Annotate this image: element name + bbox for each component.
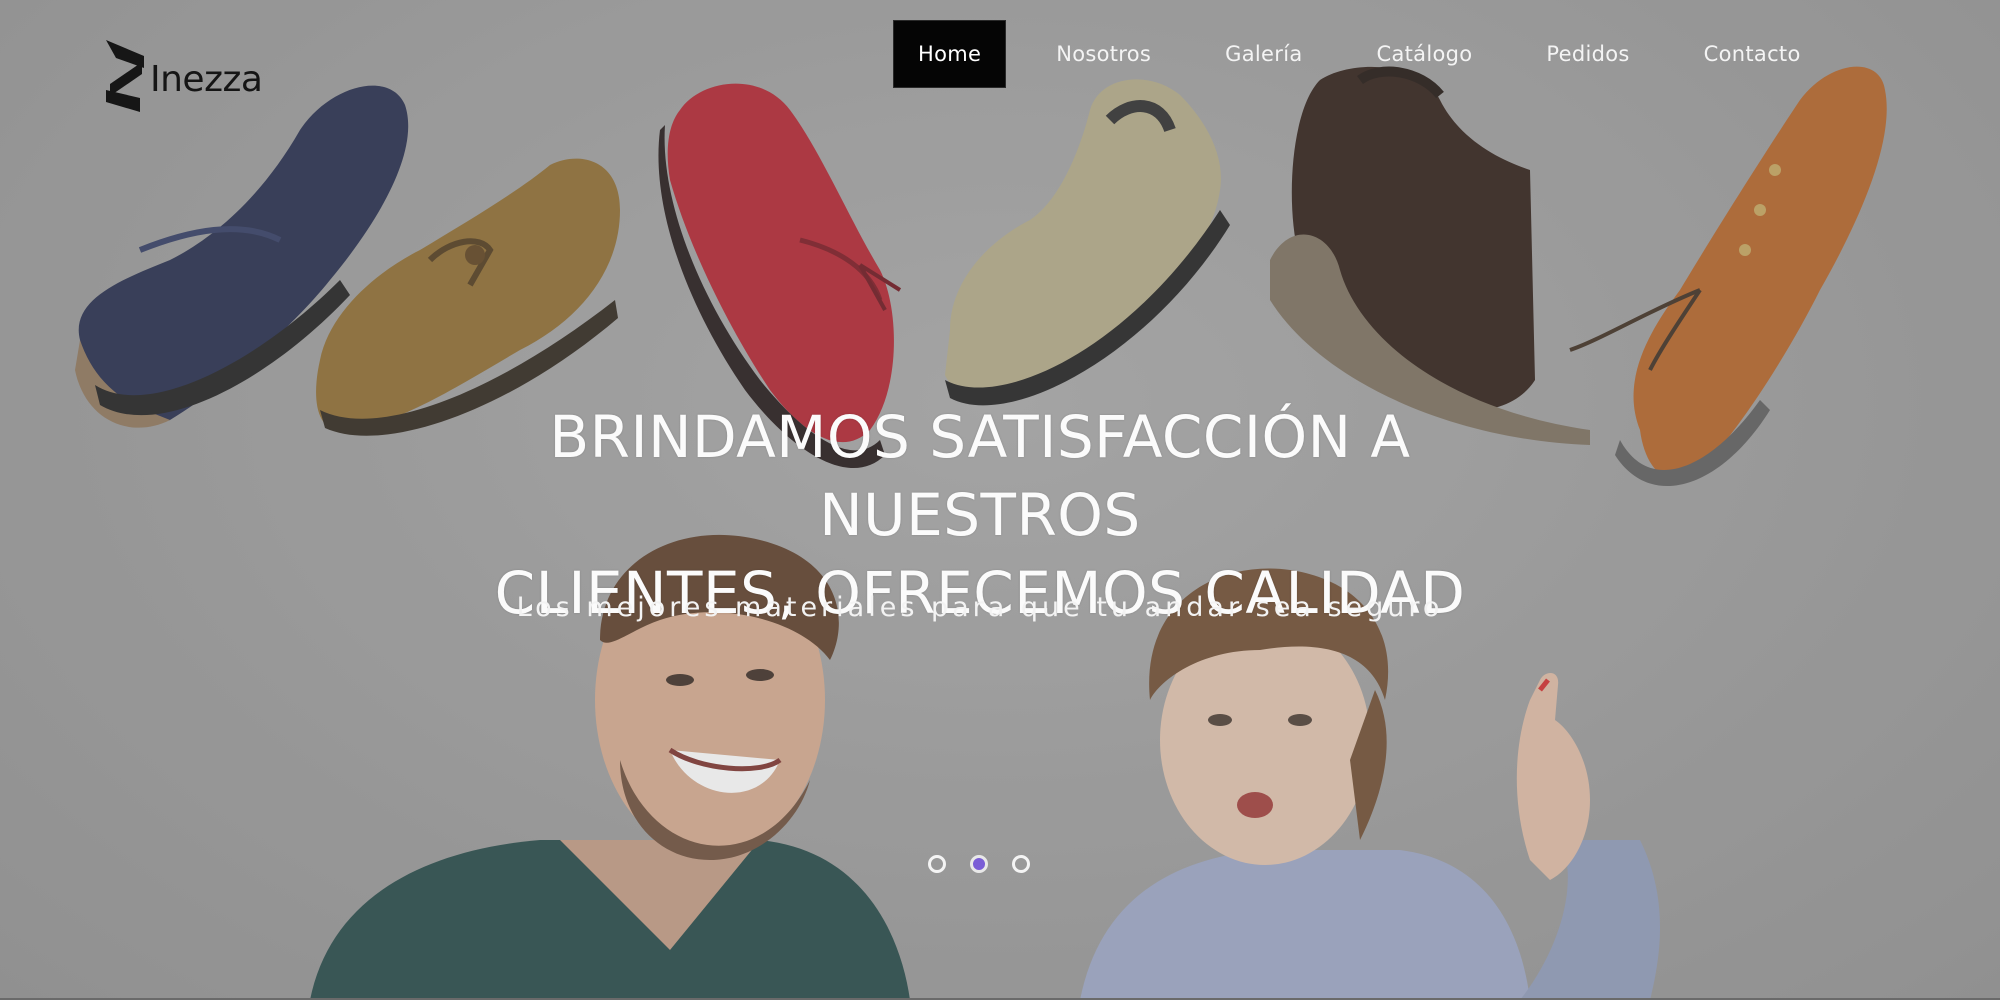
nav-item-pedidos[interactable]: Pedidos [1522,20,1653,88]
nav-item-catalogo[interactable]: Catálogo [1353,20,1497,88]
logo-text: Inezza [150,58,263,100]
nav-item-contacto[interactable]: Contacto [1680,20,1825,88]
nav-item-galeria[interactable]: Galería [1201,20,1326,88]
hero-headline-line-1: BRINDAMOS SATISFACCIÓN A NUESTROS [549,403,1411,549]
carousel-dot-2[interactable] [970,855,988,873]
carousel-dots [928,855,1030,873]
pointing-woman-image [1080,568,1660,1000]
nav-item-nosotros[interactable]: Nosotros [1032,20,1175,88]
nav-item-home[interactable]: Home [893,20,1007,88]
carousel-dot-1[interactable] [928,855,946,873]
main-nav: Home Nosotros Galería Catálogo Pedidos C… [893,20,1851,88]
carousel-dot-3[interactable] [1012,855,1030,873]
inezza-logo-icon [106,40,144,112]
logo[interactable]: Inezza [104,38,263,114]
hero-slider: Inezza Home Nosotros Galería Catálogo Pe… [0,0,2000,1000]
hero-subtitle: Los mejores materiales para que tu andar… [516,592,1444,623]
